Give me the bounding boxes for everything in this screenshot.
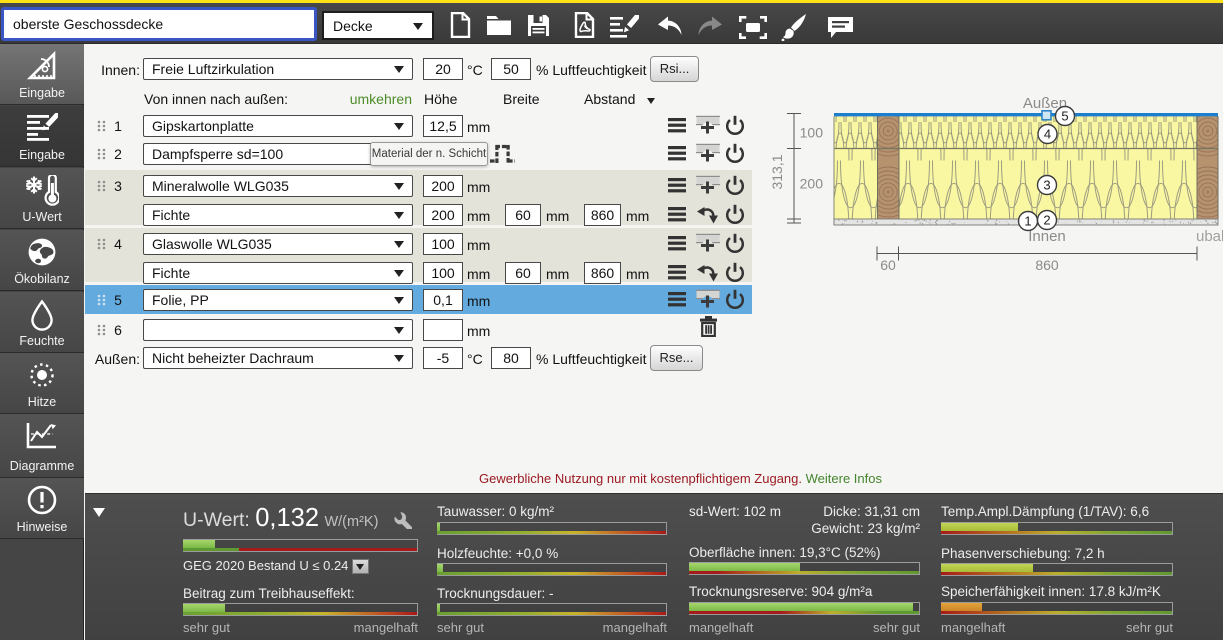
svg-text:3: 3	[1043, 178, 1050, 193]
svg-text:ubakus: ubakus	[1196, 228, 1223, 245]
svg-text:313,1: 313,1	[770, 154, 785, 189]
svg-text:2: 2	[1043, 213, 1050, 228]
svg-text:1: 1	[1024, 214, 1031, 229]
svg-text:860: 860	[1035, 257, 1059, 273]
svg-text:Innen: Innen	[1028, 228, 1066, 245]
svg-text:4: 4	[1044, 127, 1051, 142]
svg-text:60: 60	[880, 257, 896, 273]
svg-text:5: 5	[1061, 109, 1068, 124]
svg-text:100: 100	[800, 125, 824, 141]
svg-text:200: 200	[800, 176, 824, 192]
